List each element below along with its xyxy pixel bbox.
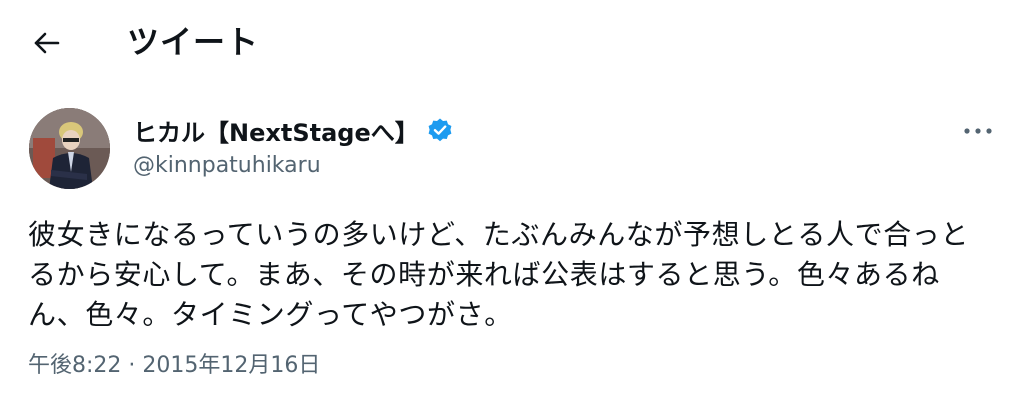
avatar-image bbox=[29, 108, 110, 189]
author-info[interactable]: ヒカル【NextStageへ】 @kinnpatuhikaru bbox=[133, 112, 453, 180]
top-bar: ツイート bbox=[0, 0, 1024, 84]
tweet-text: 彼女きになるっていうの多いけど、たぶんみんなが予想しとる人で合っと るから安心し… bbox=[28, 218, 970, 331]
avatar[interactable] bbox=[29, 108, 110, 189]
page-title: ツイート bbox=[127, 23, 260, 61]
arrow-left-icon bbox=[34, 32, 60, 54]
name-row: ヒカル【NextStageへ】 bbox=[133, 112, 453, 148]
back-button[interactable] bbox=[27, 26, 67, 60]
user-handle[interactable]: @kinnpatuhikaru bbox=[133, 152, 453, 180]
more-horizontal-icon bbox=[964, 128, 992, 134]
tweet-timestamp[interactable]: 午後8:22 · 2015年12月16日 bbox=[28, 349, 320, 383]
display-name[interactable]: ヒカル【NextStageへ】 bbox=[133, 113, 419, 148]
more-button[interactable] bbox=[960, 120, 996, 142]
verified-badge-icon bbox=[427, 117, 453, 143]
